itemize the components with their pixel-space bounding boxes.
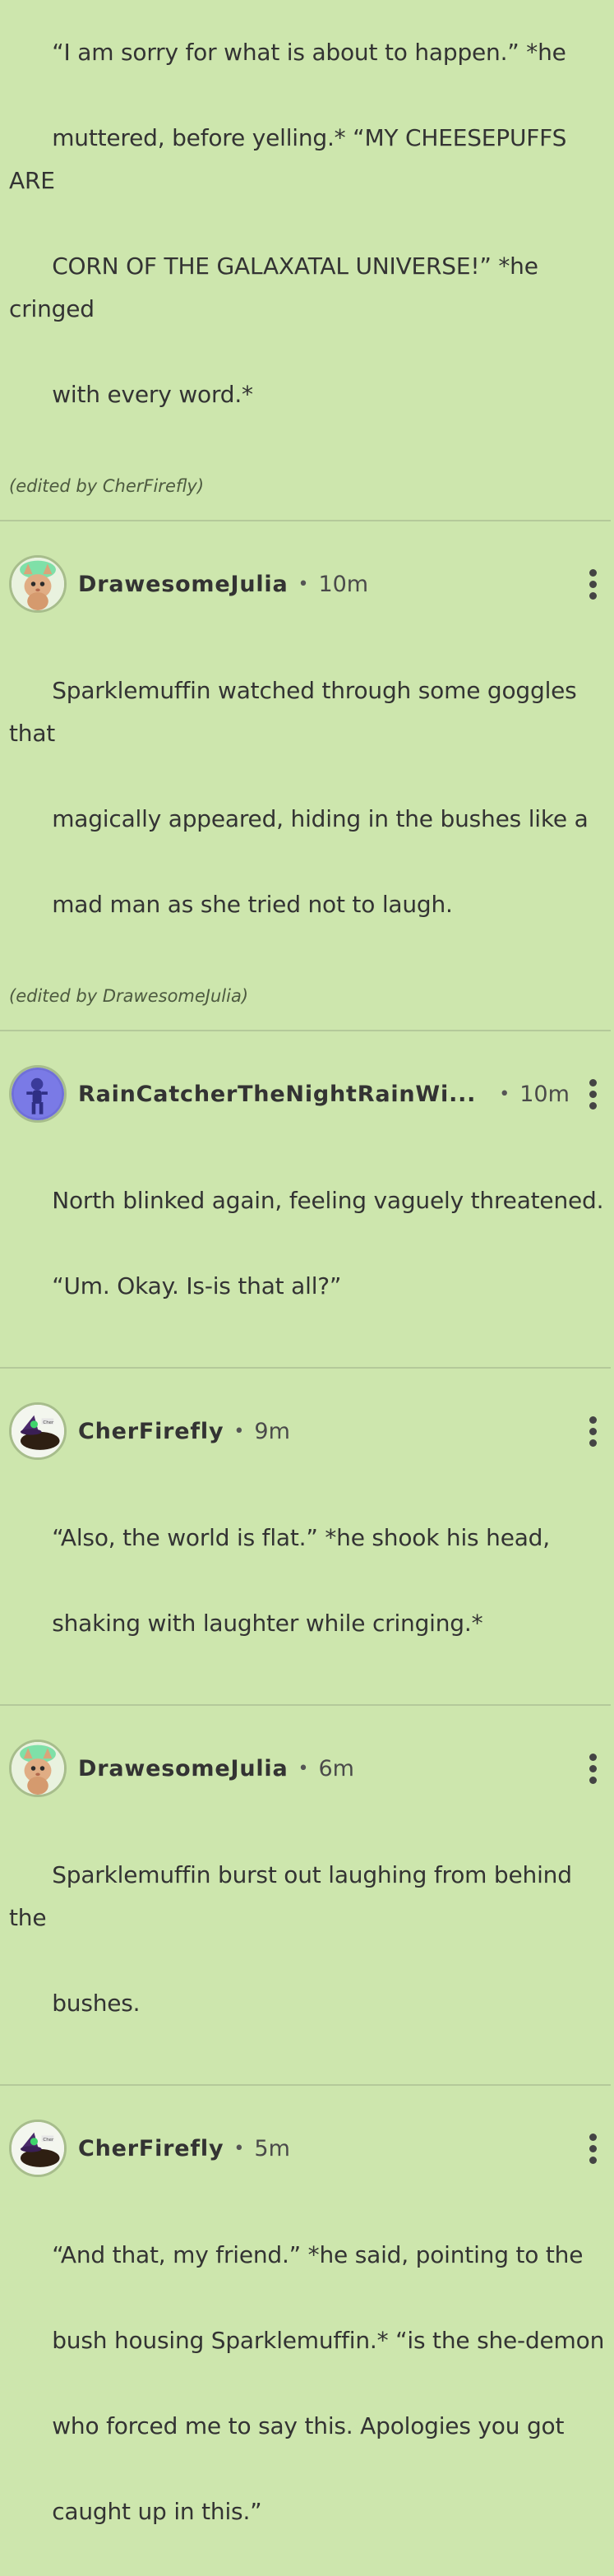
svg-text:Cher: Cher bbox=[43, 1420, 54, 1425]
more-vertical-icon[interactable] bbox=[580, 1073, 605, 1114]
timestamp: 9m bbox=[254, 1418, 290, 1444]
post-line: North blinked again, feeling vaguely thr… bbox=[52, 1187, 604, 1214]
post-line: mad man as she tried not to laugh. bbox=[52, 891, 453, 918]
more-vertical-icon[interactable] bbox=[580, 1748, 605, 1789]
timestamp: 10m bbox=[318, 571, 369, 597]
cat-avatar-icon bbox=[12, 558, 64, 610]
post-item: Cher CherFirefly • 9m “Also, the world i… bbox=[0, 1400, 614, 1688]
more-vertical-icon[interactable] bbox=[580, 2128, 605, 2169]
post-line: bushes. bbox=[52, 1990, 141, 2017]
comment-feed: “I am sorry for what is about to happen.… bbox=[0, 0, 614, 2525]
blue-figure-avatar-icon bbox=[12, 1068, 64, 1120]
username[interactable]: DrawesomeJulia bbox=[78, 1756, 288, 1781]
post-header: DrawesomeJulia • 10m bbox=[9, 553, 605, 615]
post-body: Sparklemuffin burst out laughing from be… bbox=[9, 1811, 605, 2068]
avatar[interactable] bbox=[9, 1740, 67, 1797]
divider bbox=[0, 520, 611, 521]
post-line: muttered, before yelling.* “MY CHEESEPUF… bbox=[9, 124, 574, 194]
divider bbox=[0, 1367, 611, 1369]
avatar[interactable] bbox=[9, 555, 67, 613]
post-body: “I am sorry for what is about to happen.… bbox=[9, 0, 605, 459]
username[interactable]: CherFirefly bbox=[78, 2136, 224, 2161]
post-body: Sparklemuffin watched through some goggl… bbox=[9, 627, 605, 969]
witch-hat-avatar-icon: Cher bbox=[12, 1405, 64, 1457]
timestamp: 6m bbox=[318, 1755, 354, 1781]
separator-dot: • bbox=[233, 1420, 245, 1442]
post-item: DrawesomeJulia • 10m Sparklemuffin watch… bbox=[0, 553, 614, 1008]
post-line: caught up in this.” bbox=[52, 2498, 262, 2525]
avatar[interactable]: Cher bbox=[9, 1402, 67, 1460]
top-post: “I am sorry for what is about to happen.… bbox=[0, 0, 614, 498]
witch-hat-avatar-icon: Cher bbox=[12, 2122, 64, 2175]
post-header: DrawesomeJulia • 6m bbox=[9, 1737, 605, 1800]
post-item: RainCatcherTheNightRainWi... • 10m North… bbox=[0, 1063, 614, 1351]
post-header: Cher CherFirefly • 5m bbox=[9, 2117, 605, 2180]
post-line: shaking with laughter while cringing.* bbox=[52, 1610, 483, 1637]
username[interactable]: DrawesomeJulia bbox=[78, 572, 288, 597]
timestamp: 5m bbox=[254, 2135, 290, 2161]
post-line: who forced me to say this. Apologies you… bbox=[52, 2412, 565, 2439]
post-header: RainCatcherTheNightRainWi... • 10m bbox=[9, 1063, 605, 1125]
post-item: DrawesomeJulia • 6m Sparklemuffin burst … bbox=[0, 1737, 614, 2068]
post-item: Cher CherFirefly • 5m “And that, my frie… bbox=[0, 2117, 614, 2576]
timestamp: 10m bbox=[519, 1081, 570, 1107]
avatar[interactable]: Cher bbox=[9, 2120, 67, 2177]
post-line: CORN OF THE GALAXATAL UNIVERSE!” *he cri… bbox=[9, 253, 546, 322]
post-line: with every word.* bbox=[52, 381, 253, 408]
more-vertical-icon[interactable] bbox=[580, 563, 605, 605]
more-vertical-icon[interactable] bbox=[580, 1411, 605, 1452]
separator-dot: • bbox=[499, 1083, 510, 1105]
post-line: “I am sorry for what is about to happen.… bbox=[52, 39, 566, 66]
post-line: “Um. Okay. Is-is that all?” bbox=[52, 1272, 342, 1300]
separator-dot: • bbox=[298, 1758, 309, 1779]
divider bbox=[0, 2084, 611, 2086]
post-body: “And that, my friend.” *he said, pointin… bbox=[9, 2191, 605, 2576]
post-line: Sparklemuffin burst out laughing from be… bbox=[9, 1861, 579, 1931]
username[interactable]: RainCatcherTheNightRainWi... bbox=[78, 1082, 476, 1107]
post-header: Cher CherFirefly • 9m bbox=[9, 1400, 605, 1462]
edited-note: (edited by CherFirefly) bbox=[9, 476, 205, 496]
post-line: magically appeared, hiding in the bushes… bbox=[52, 805, 589, 832]
divider bbox=[0, 1030, 611, 1031]
edited-note: (edited by DrawesomeJulia) bbox=[9, 986, 249, 1006]
cat-avatar-icon bbox=[12, 1742, 64, 1795]
divider bbox=[0, 1704, 611, 1706]
avatar[interactable] bbox=[9, 1065, 67, 1123]
post-line: Sparklemuffin watched through some goggl… bbox=[9, 677, 584, 747]
separator-dot: • bbox=[233, 2138, 245, 2159]
separator-dot: • bbox=[298, 573, 309, 595]
svg-text:Cher: Cher bbox=[43, 2138, 54, 2143]
post-body: North blinked again, feeling vaguely thr… bbox=[9, 1137, 605, 1351]
post-line: “Also, the world is flat.” *he shook his… bbox=[52, 1524, 550, 1551]
post-body: “Also, the world is flat.” *he shook his… bbox=[9, 1474, 605, 1688]
post-line: “And that, my friend.” *he said, pointin… bbox=[52, 2241, 584, 2268]
username[interactable]: CherFirefly bbox=[78, 1419, 224, 1444]
post-line: bush housing Sparklemuffin.* “is the she… bbox=[52, 2327, 605, 2354]
